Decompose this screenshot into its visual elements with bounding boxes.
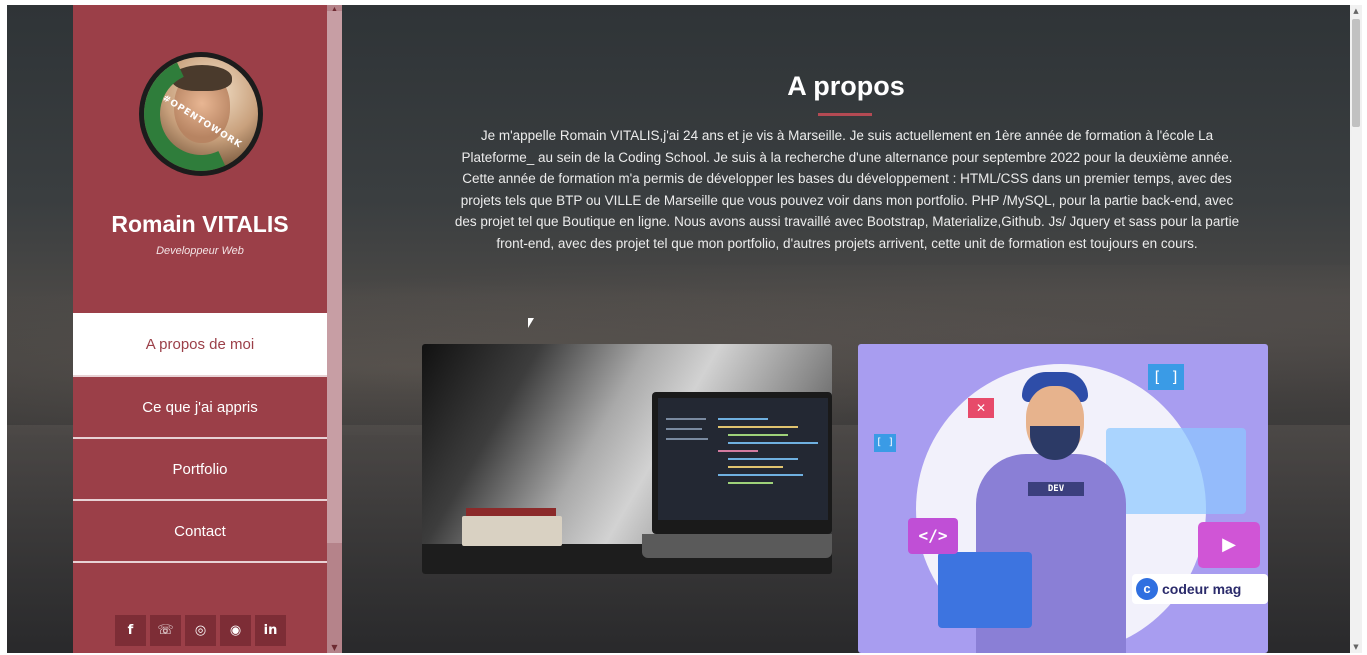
profile-role: Developpeur Web [156,245,244,257]
document-icon [938,552,1032,628]
nav-item-learned[interactable]: Ce que j'ai appris [73,377,327,439]
sidebar: #OPENTOWORK Romain VITALIS Developpeur W… [73,5,327,653]
laptop-photo [422,344,832,574]
page-viewport: #OPENTOWORK Romain VITALIS Developpeur W… [7,5,1350,653]
nav-item-contact[interactable]: Contact [73,501,327,563]
sidebar-scroll-thumb[interactable] [327,11,342,543]
main-content: A propos Je m'appelle Romain VITALIS,j'a… [342,5,1350,653]
dev-tag: DEV [1028,482,1084,496]
nav-item-about[interactable]: A propos de moi [73,313,327,377]
developer-illustration: [ ] [ ] ✕ DEV </> ▶ c codeur mag [858,344,1268,653]
github-icon[interactable]: ◉ [220,615,251,646]
page-scrollbar[interactable]: ▲ ▼ [1350,5,1362,653]
page-scroll-thumb[interactable] [1352,19,1360,127]
codeurmag-logo: c codeur mag [1132,574,1268,604]
codeurmag-logo-icon: c [1136,578,1158,600]
opentowork-ring [144,57,258,171]
page-scroll-down-icon[interactable]: ▼ [1350,641,1362,653]
facebook-icon[interactable]: f [115,615,146,646]
linkedin-icon[interactable]: in [255,615,286,646]
browser-window-icon [1106,428,1246,514]
nav-item-portfolio[interactable]: Portfolio [73,439,327,501]
brackets-icon: [ ] [1148,364,1184,390]
social-links: f ☏ ◎ ◉ in [115,615,286,646]
profile-name: Romain VITALIS [111,211,289,237]
code-icon: </> [908,518,958,554]
about-paragraph: Je m'appelle Romain VITALIS,j'ai 24 ans … [454,128,1240,251]
page-scroll-up-icon[interactable]: ▲ [1350,5,1362,17]
codeurmag-logo-text: codeur mag [1162,581,1242,597]
laptop-icon [652,392,832,534]
mouse-cursor-icon [528,318,534,328]
close-box-icon: ✕ [968,398,994,418]
sidebar-scrollbar[interactable]: ▲ ▼ [327,5,342,653]
brackets-small-icon: [ ] [874,434,896,452]
phone-icon[interactable]: ☏ [150,615,181,646]
sidebar-nav: A propos de moi Ce que j'ai appris Portf… [73,313,327,563]
play-icon: ▶ [1198,522,1260,568]
title-underline [818,113,872,116]
avatar: #OPENTOWORK [139,52,263,176]
section-title: A propos [787,71,905,101]
scroll-down-icon[interactable]: ▼ [327,643,342,653]
instagram-icon[interactable]: ◎ [185,615,216,646]
